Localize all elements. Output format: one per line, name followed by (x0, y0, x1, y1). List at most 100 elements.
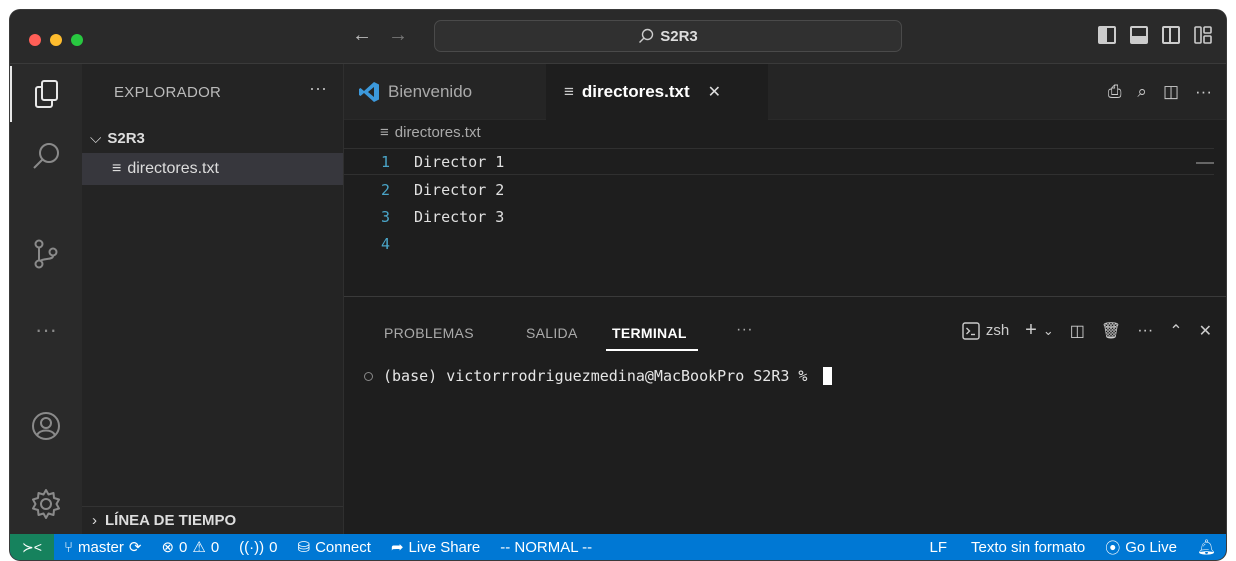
live-share-icon: ➦ (390, 539, 404, 556)
tab-output[interactable]: SALIDA (526, 325, 578, 341)
back-arrow-icon[interactable]: ← (352, 24, 372, 47)
terminal-prompt: (base) victorrrodriguezmedina@MacBookPro… (383, 367, 808, 385)
timeline-label: LÍNEA DE TIEMPO (105, 512, 237, 529)
live-share-item[interactable]: ➦ Live Share (381, 538, 490, 557)
tab-problems[interactable]: PROBLEMAS (384, 325, 474, 341)
tab-directores[interactable]: ≡ directores.txt ✕ (546, 64, 768, 120)
bell-icon: 🔔︎ (1196, 539, 1216, 556)
folder-item[interactable]: ⌵ S2R3 (82, 126, 343, 150)
remote-icon: ≻< (22, 538, 42, 555)
split-editor-icon[interactable]: ◫ (1163, 82, 1179, 102)
settings-gear-icon[interactable] (10, 476, 82, 532)
maximize-panel-icon[interactable]: ⌃ (1169, 321, 1182, 341)
split-terminal-icon[interactable]: ◫ (1070, 321, 1085, 341)
explorer-icon[interactable] (10, 66, 82, 122)
close-panel-icon[interactable]: ✕ (1199, 321, 1212, 341)
git-branch-icon: ⑂ (64, 538, 74, 556)
new-terminal-icon[interactable]: + (1025, 319, 1037, 342)
overview-ruler (1196, 162, 1214, 164)
file-item[interactable]: ≡ directores.txt (82, 153, 343, 185)
text-file-icon: ≡ (564, 82, 574, 101)
search-icon (639, 28, 654, 43)
accounts-icon[interactable] (10, 398, 82, 454)
terminal-icon (962, 321, 980, 340)
code-line: 3 Director 3 (344, 203, 504, 230)
activity-bar: ··· (10, 64, 82, 534)
more-actions-icon[interactable]: ··· (309, 78, 327, 99)
status-right-group: LF Texto sin formato ⦿ Go Live 🔔︎ (916, 537, 1227, 558)
vim-mode-label: -- NORMAL -- (500, 538, 593, 556)
line-number: 1 (380, 152, 390, 171)
more-panel-actions-icon[interactable]: ··· (1137, 322, 1153, 340)
title-bar: ← → S2R3 (10, 10, 1226, 64)
text-file-icon: ≡ (380, 124, 389, 141)
language-label: Texto sin formato (971, 538, 1086, 556)
live-share-label: Live Share (408, 538, 481, 556)
close-window-button[interactable] (29, 34, 41, 46)
toggle-sidebar-icon[interactable] (1098, 26, 1116, 44)
line-text: Director 2 (414, 180, 505, 199)
code-line: 2 Director 2 (344, 176, 504, 203)
tab-terminal[interactable]: TERMINAL (612, 325, 687, 341)
timeline-section[interactable]: › LÍNEA DE TIEMPO (82, 506, 343, 534)
toggle-secondary-sidebar-icon[interactable] (1162, 26, 1180, 44)
explorer-title: EXPLORADOR (114, 84, 222, 101)
language-mode[interactable]: Texto sin formato (961, 539, 1095, 556)
open-preview-icon[interactable]: ⌕ (1137, 82, 1147, 102)
more-editor-actions-icon[interactable]: ··· (1195, 82, 1212, 102)
status-bar: ≻< ⑂ master ⟳ ⊗ 0 ⚠ 0 ((·)) 0 ⛁ Connect … (10, 534, 1226, 560)
broadcast-icon: ⦿ (1105, 539, 1121, 557)
close-tab-icon[interactable]: ✕ (708, 82, 721, 102)
warning-icon: ⚠ (192, 539, 206, 556)
source-control-icon[interactable] (10, 226, 82, 282)
connect-item[interactable]: ⛁ Connect (287, 538, 380, 557)
branch-indicator[interactable]: ⑂ master ⟳ (54, 538, 151, 557)
active-tab-indicator (606, 349, 698, 351)
breadcrumb-file: directores.txt (394, 124, 481, 141)
chevron-down-icon[interactable]: ⌄ (1043, 323, 1054, 339)
go-live-item[interactable]: ⦿ Go Live (1095, 537, 1187, 558)
line-number: 3 (380, 207, 390, 226)
eol-label: LF (929, 538, 948, 556)
chevron-down-icon: ⌵ (90, 129, 102, 147)
line-number: 2 (380, 180, 390, 199)
folder-label: S2R3 (107, 129, 145, 147)
forward-arrow-icon[interactable]: → (388, 24, 408, 47)
breadcrumb[interactable]: ≡ directores.txt (380, 124, 481, 141)
ports-indicator[interactable]: ((·)) 0 (229, 539, 287, 556)
vscode-logo-icon (359, 82, 379, 102)
tab-welcome[interactable]: Bienvenido (358, 64, 472, 120)
layout-controls (1098, 26, 1212, 44)
error-count: 0 (179, 538, 188, 556)
command-status-icon (364, 371, 373, 381)
more-activities-icon[interactable]: ··· (10, 302, 82, 358)
chevron-right-icon: › (92, 512, 97, 529)
terminal-output[interactable]: (base) victorrrodriguezmedina@MacBookPro… (364, 367, 833, 385)
more-panel-tabs-icon[interactable]: ··· (736, 321, 753, 339)
toggle-panel-icon[interactable] (1130, 26, 1148, 44)
file-label: directores.txt (127, 160, 219, 177)
customize-layout-icon[interactable] (1194, 26, 1212, 44)
minimize-window-button[interactable] (50, 34, 62, 46)
problems-indicator[interactable]: ⊗ 0 ⚠ 0 (151, 538, 229, 557)
command-center-search[interactable]: S2R3 (434, 20, 902, 52)
remote-indicator[interactable]: ≻< (10, 534, 54, 560)
eol-indicator[interactable]: LF (916, 539, 962, 556)
error-icon: ⊗ (161, 539, 175, 556)
search-activity-icon[interactable] (10, 128, 82, 184)
notifications-bell[interactable]: 🔔︎ (1187, 538, 1226, 556)
code-line: 1 Director 1 (344, 148, 1214, 175)
text-file-icon: ≡ (112, 160, 122, 177)
broadcast-icon: ((·)) (239, 538, 265, 556)
trash-icon[interactable]: 🗑 (1101, 321, 1121, 341)
ports-count: 0 (269, 538, 278, 556)
print-icon[interactable]: ⎙ (1108, 82, 1122, 102)
editor-tabs: Bienvenido ≡ directores.txt ✕ ⎙ ⌕ ◫ ··· (344, 64, 1226, 120)
tab-label: directores.txt (581, 82, 690, 101)
terminal-shell-selector[interactable]: zsh (962, 321, 1009, 340)
vim-mode-indicator: -- NORMAL -- (490, 539, 602, 556)
sync-icon: ⟳ (128, 539, 142, 556)
code-editor[interactable]: 1 Director 1 2 Director 2 3 Director 3 4 (344, 148, 1226, 296)
maximize-window-button[interactable] (71, 34, 83, 46)
bottom-panel: PROBLEMAS SALIDA TERMINAL ··· zsh + ⌄ ◫ … (344, 296, 1226, 534)
